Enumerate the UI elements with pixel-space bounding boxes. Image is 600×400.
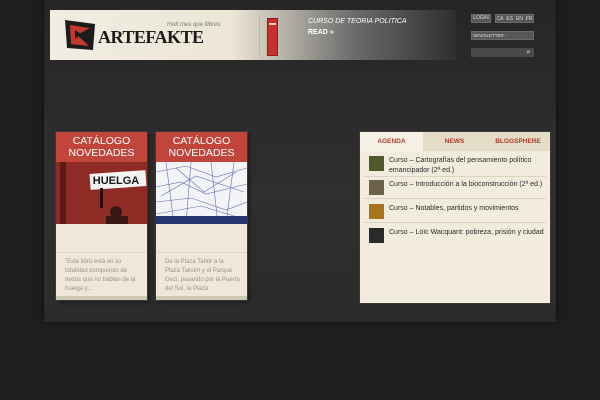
tabs-panel: AGENDA NEWS BLOGSPHERE Curso – Cartograf… bbox=[360, 132, 550, 303]
search-icon[interactable]: ⌕ bbox=[523, 48, 534, 57]
lang-fr[interactable]: FR bbox=[526, 16, 533, 22]
agenda-thumbnail[interactable] bbox=[369, 180, 384, 195]
card-divider bbox=[156, 252, 247, 253]
card-footer bbox=[156, 296, 247, 300]
card-divider bbox=[56, 252, 147, 253]
catalog-label: CATÁLOGO NOVEDADES bbox=[156, 135, 247, 159]
lang-es[interactable]: ES bbox=[506, 16, 513, 22]
book-card-1[interactable]: HUELGA CATÁLOGO NOVEDADES "Este libro es… bbox=[56, 132, 147, 300]
logo-text[interactable]: ARTEFAKTE bbox=[98, 27, 204, 48]
card-footer bbox=[56, 296, 147, 300]
lang-en[interactable]: EN bbox=[516, 16, 523, 22]
agenda-thumbnail[interactable] bbox=[369, 204, 384, 219]
agenda-thumbnail[interactable] bbox=[369, 228, 384, 243]
catalog-label: CATÁLOGO NOVEDADES bbox=[56, 135, 147, 159]
tab-agenda[interactable]: AGENDA bbox=[360, 132, 423, 151]
agenda-item[interactable]: Curso – Introducción a la bioconstrucció… bbox=[369, 180, 547, 195]
item-divider bbox=[364, 198, 546, 199]
catalog-label-line1: CATÁLOGO bbox=[172, 135, 231, 147]
logo-icon[interactable] bbox=[63, 18, 97, 52]
language-selector: CA ES EN FR bbox=[495, 14, 534, 23]
tagline: molt mes que llibres bbox=[167, 22, 221, 28]
catalog-label-line2: NOVEDADES bbox=[68, 147, 135, 159]
catalog-label-line1: CATÁLOGO bbox=[72, 135, 131, 147]
tab-news[interactable]: NEWS bbox=[423, 132, 486, 151]
book-cover-1[interactable]: HUELGA CATÁLOGO NOVEDADES bbox=[56, 132, 147, 224]
agenda-thumbnail[interactable] bbox=[369, 156, 384, 171]
book-label-icon bbox=[269, 23, 276, 25]
catalog-label-line2: NOVEDADES bbox=[168, 147, 235, 159]
search-input[interactable] bbox=[471, 48, 523, 57]
lang-ca[interactable]: CA bbox=[496, 16, 503, 22]
promo-title[interactable]: CURSO DE TEORIA POLITICA bbox=[308, 18, 407, 25]
promo-book-thumbnail[interactable] bbox=[267, 18, 278, 56]
item-divider bbox=[364, 222, 546, 223]
book-cover-2[interactable]: CATÁLOGO NOVEDADES bbox=[156, 132, 247, 224]
login-button[interactable]: LOGIN bbox=[471, 14, 491, 23]
cover-title: HUELGA bbox=[93, 175, 140, 187]
book-excerpt: De la Plaza Tahrir a la Plaza Taksim y e… bbox=[165, 259, 240, 292]
newsletter-button[interactable]: NEWSLETTER › bbox=[471, 31, 534, 40]
agenda-item-title[interactable]: Curso – Loïc Wacquant: pobreza, prisión … bbox=[389, 228, 544, 238]
promo-read-link[interactable]: READ » bbox=[308, 29, 334, 36]
agenda-item[interactable]: Curso – Loïc Wacquant: pobreza, prisión … bbox=[369, 228, 547, 243]
book-card-2[interactable]: CATÁLOGO NOVEDADES De la Plaza Tahrir a … bbox=[156, 132, 247, 300]
book-excerpt: "Este libro está en su totalidad compues… bbox=[65, 259, 136, 292]
tab-bar: AGENDA NEWS BLOGSPHERE bbox=[360, 132, 550, 151]
agenda-item-title[interactable]: Curso – Introducción a la bioconstrucció… bbox=[389, 180, 542, 190]
agenda-item[interactable]: Curso – Cartografías del pensamiento pol… bbox=[369, 156, 547, 176]
item-divider bbox=[364, 176, 546, 177]
agenda-item[interactable]: Curso – Notables, partidos y movimientos bbox=[369, 204, 547, 219]
tab-blogsphere[interactable]: BLOGSPHERE bbox=[486, 132, 550, 151]
agenda-item-title[interactable]: Curso – Notables, partidos y movimientos bbox=[389, 204, 519, 214]
banner-divider bbox=[259, 15, 260, 55]
header-banner: ARTEFAKTE molt mes que llibres CURSO DE … bbox=[50, 10, 456, 60]
agenda-item-title[interactable]: Curso – Cartografías del pensamiento pol… bbox=[389, 156, 547, 176]
